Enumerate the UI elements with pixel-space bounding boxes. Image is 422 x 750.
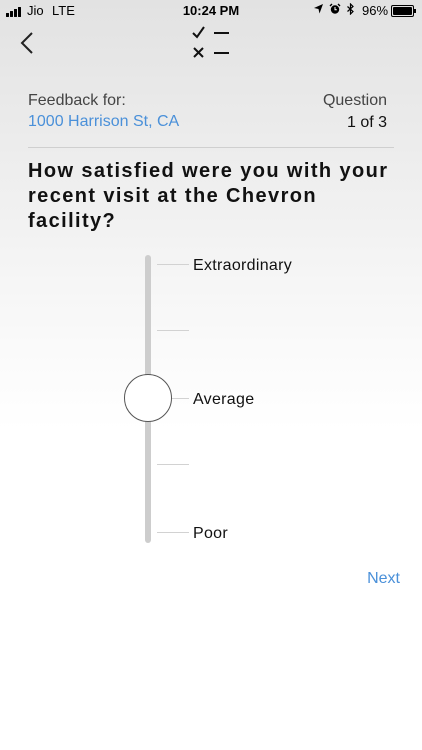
question-label: Question [322,92,387,109]
scale-option-extraordinary[interactable]: Extraordinary [193,257,292,275]
scale-tick [157,330,189,331]
feedback-location-link[interactable]: 1000 Harrison St, CA [28,113,179,131]
status-bar: Jio LTE 10:24 PM 96% [0,0,422,22]
battery-icon [391,5,416,17]
alarm-icon [329,3,341,14]
checklist-icon [188,24,234,62]
scale-option-average[interactable]: Average [193,391,254,409]
question-counter: 1 of 3 [346,114,387,131]
battery-percent: 96% [362,3,389,18]
next-button[interactable]: Next [367,570,400,588]
scale-tick [157,532,189,533]
chevron-left-icon [20,32,33,54]
back-button[interactable] [18,31,38,55]
bluetooth-icon [347,2,354,16]
status-icons [313,2,355,17]
scale-option-poor[interactable]: Poor [193,525,228,543]
location-icon [314,4,323,14]
question-text: How satisfied were you with your recent … [28,160,389,232]
status-time: 10:24 PM [182,3,240,18]
feedback-for-label: Feedback for: [28,92,126,109]
header-divider [28,147,394,148]
rating-slider-thumb[interactable] [124,374,172,422]
scale-tick [157,464,189,465]
scale-tick [157,264,189,265]
